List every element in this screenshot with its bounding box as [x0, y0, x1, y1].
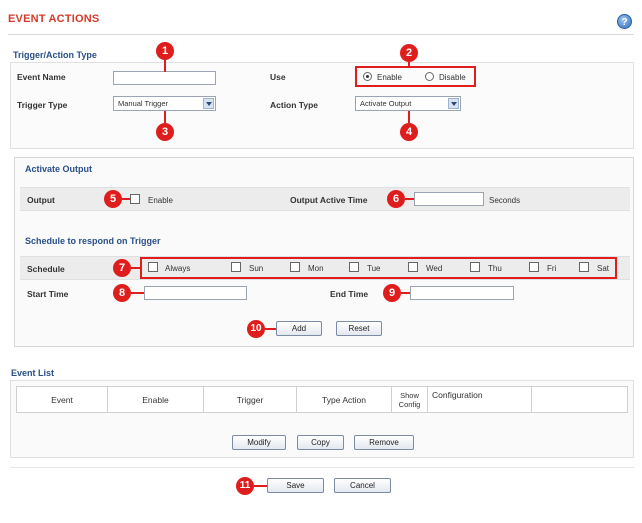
schedule-section-title: Schedule to respond on Trigger	[25, 236, 161, 246]
save-button[interactable]: Save	[267, 478, 324, 493]
trigger-type-label: Trigger Type	[17, 100, 68, 110]
event-list-title: Event List	[11, 368, 55, 378]
trigger-type-select[interactable]: Manual Trigger	[113, 96, 216, 111]
action-type-value: Activate Output	[360, 99, 412, 108]
marker-3-leader	[164, 111, 166, 123]
output-enable-checkbox[interactable]	[130, 194, 140, 204]
marker-1: 1	[156, 42, 174, 60]
active-time-input[interactable]	[414, 192, 484, 206]
day-fri-label: Fri	[547, 264, 557, 273]
page-title: EVENT ACTIONS	[8, 13, 100, 25]
add-button[interactable]: Add	[276, 321, 322, 336]
use-disable-label: Disable	[439, 73, 466, 82]
event-list-table: Event Enable Trigger Type Action Show Co…	[16, 386, 628, 413]
marker-6: 6	[387, 190, 405, 208]
column-header-type-action: Type Action	[296, 386, 392, 413]
use-enable-label: Enable	[377, 73, 402, 82]
marker-7: 7	[113, 259, 131, 277]
day-wed-label: Wed	[426, 264, 443, 273]
day-mon-label: Mon	[308, 264, 324, 273]
chevron-down-icon	[203, 98, 214, 109]
marker-4: 4	[400, 123, 418, 141]
marker-10: 10	[247, 320, 265, 338]
activate-output-panel	[14, 157, 634, 347]
marker-8: 8	[113, 284, 131, 302]
marker-8-leader	[131, 292, 145, 294]
action-type-select[interactable]: Activate Output	[355, 96, 461, 111]
column-header-extra	[531, 386, 628, 413]
header-divider	[8, 34, 634, 35]
day-always-checkbox[interactable]	[148, 262, 158, 272]
marker-5-leader	[122, 198, 130, 200]
marker-4-leader	[408, 111, 410, 123]
marker-3: 3	[156, 123, 174, 141]
day-tue-checkbox[interactable]	[349, 262, 359, 272]
seconds-label: Seconds	[489, 196, 521, 205]
day-fri-checkbox[interactable]	[529, 262, 539, 272]
schedule-label: Schedule	[27, 264, 65, 274]
activate-output-title: Activate Output	[25, 164, 93, 174]
marker-5: 5	[104, 190, 122, 208]
use-enable-radio[interactable]	[363, 72, 372, 81]
help-icon[interactable]: ?	[617, 14, 632, 29]
day-thu-label: Thu	[488, 264, 502, 273]
use-disable-radio[interactable]	[425, 72, 434, 81]
column-header-trigger: Trigger	[203, 386, 297, 413]
column-header-event: Event	[16, 386, 108, 413]
modify-button[interactable]: Modify	[232, 435, 286, 450]
active-time-label: Output Active Time	[290, 195, 368, 205]
reset-button[interactable]: Reset	[336, 321, 382, 336]
chevron-down-icon	[448, 98, 459, 109]
event-name-input[interactable]	[113, 71, 216, 85]
copy-button[interactable]: Copy	[297, 435, 344, 450]
end-time-label: End Time	[330, 289, 369, 299]
action-type-label: Action Type	[270, 100, 319, 110]
remove-button[interactable]: Remove	[354, 435, 414, 450]
day-sat-checkbox[interactable]	[579, 262, 589, 272]
day-sun-checkbox[interactable]	[231, 262, 241, 272]
cancel-button[interactable]: Cancel	[334, 478, 391, 493]
footer-divider	[10, 467, 634, 468]
start-time-input[interactable]	[144, 286, 247, 300]
event-list-header-row: Event Enable Trigger Type Action Show Co…	[16, 386, 628, 413]
day-sun-label: Sun	[249, 264, 264, 273]
marker-11: 11	[236, 477, 254, 495]
day-mon-checkbox[interactable]	[290, 262, 300, 272]
output-enable-label: Enable	[148, 196, 173, 205]
trigger-section-title: Trigger/Action Type	[13, 50, 97, 60]
day-thu-checkbox[interactable]	[470, 262, 480, 272]
column-header-enable: Enable	[107, 386, 204, 413]
day-wed-checkbox[interactable]	[408, 262, 418, 272]
marker-2: 2	[400, 44, 418, 62]
trigger-section-panel	[10, 62, 634, 149]
use-label: Use	[270, 72, 286, 82]
day-always-label: Always	[165, 264, 191, 273]
start-time-label: Start Time	[27, 289, 69, 299]
end-time-input[interactable]	[410, 286, 514, 300]
trigger-type-value: Manual Trigger	[118, 99, 169, 108]
marker-9: 9	[383, 284, 401, 302]
column-header-configuration: Configuration	[427, 386, 532, 413]
marker-1-leader	[164, 60, 166, 72]
marker-2-leader	[408, 62, 410, 67]
column-header-show-config: Show Config	[391, 386, 428, 413]
output-label: Output	[27, 195, 55, 205]
day-sat-label: Sat	[597, 264, 610, 273]
event-name-label: Event Name	[17, 72, 66, 82]
day-tue-label: Tue	[367, 264, 381, 273]
marker-11-leader	[254, 485, 268, 487]
